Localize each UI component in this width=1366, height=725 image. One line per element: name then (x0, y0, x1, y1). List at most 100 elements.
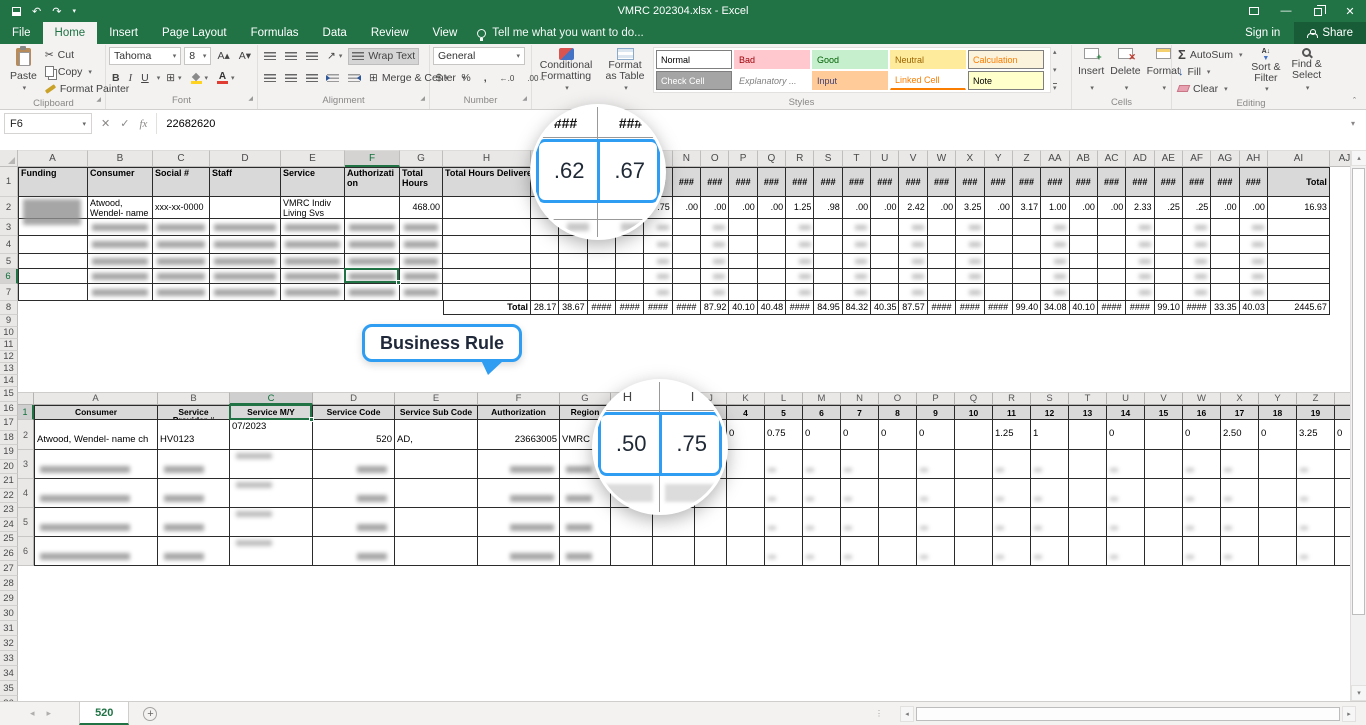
inner-select-all-corner[interactable] (18, 392, 34, 405)
column-header-P[interactable]: P (729, 150, 757, 167)
cell[interactable] (673, 269, 701, 284)
cell[interactable] (1259, 537, 1297, 566)
cell[interactable] (1155, 219, 1183, 236)
cell[interactable]: .00 (1211, 197, 1239, 219)
cell[interactable]: 07/2023 (230, 420, 313, 450)
cell[interactable]: ### (1211, 167, 1239, 197)
percent-button[interactable]: % (458, 72, 473, 84)
inner-column-header-E[interactable]: E (395, 392, 478, 405)
cell[interactable] (34, 508, 158, 537)
inner-column-header-partial[interactable] (1335, 392, 1350, 405)
cell[interactable]: ### (1013, 167, 1041, 197)
cell[interactable]: 8 (879, 405, 917, 420)
inner-column-header-T[interactable]: T (1069, 392, 1107, 405)
conditional-formatting-button[interactable]: Conditional Formatting ▾ (535, 46, 597, 96)
cell[interactable] (1098, 269, 1126, 284)
cell[interactable] (158, 450, 230, 479)
cell[interactable] (814, 219, 842, 236)
cell[interactable] (531, 284, 559, 301)
cell[interactable]: 16.93 (1268, 197, 1330, 219)
align-bottom-button[interactable] (303, 52, 321, 60)
cell[interactable] (478, 450, 560, 479)
row-header-2[interactable]: 2 (0, 197, 18, 219)
cell[interactable]: 1.00 (1041, 197, 1069, 219)
cell[interactable] (765, 508, 803, 537)
cell[interactable] (985, 269, 1013, 284)
cell[interactable] (695, 537, 727, 566)
scroll-left-icon[interactable]: ◂ (900, 706, 914, 722)
cell[interactable]: .00 (1098, 197, 1126, 219)
column-header-N[interactable]: N (673, 150, 701, 167)
cell[interactable]: ### (758, 167, 786, 197)
cell[interactable]: 14 (1107, 405, 1145, 420)
cell[interactable] (765, 450, 803, 479)
cell[interactable]: ### (1240, 167, 1268, 197)
cell[interactable] (1070, 219, 1098, 236)
cell[interactable]: 13 (1069, 405, 1107, 420)
cell[interactable] (1107, 479, 1145, 508)
cell[interactable]: AD, (395, 420, 478, 450)
cell[interactable] (1183, 508, 1221, 537)
cell[interactable] (1335, 405, 1350, 420)
ribbon-display-options-button[interactable] (1238, 0, 1270, 22)
cell[interactable] (1268, 284, 1330, 301)
cell[interactable] (1330, 236, 1350, 254)
inner-column-header-C[interactable]: C (230, 392, 313, 405)
row-header-33[interactable]: 33 (0, 651, 18, 666)
inner-column-header-B[interactable]: B (158, 392, 230, 405)
cell[interactable] (559, 284, 587, 301)
cell-style-check-cell[interactable]: Check Cell (656, 71, 732, 90)
cell[interactable] (729, 219, 757, 236)
cell[interactable] (88, 301, 153, 315)
cell[interactable] (814, 284, 842, 301)
cell[interactable] (758, 219, 786, 236)
cell[interactable] (1070, 284, 1098, 301)
cell[interactable]: 7 (841, 405, 879, 420)
cell[interactable]: 28.17 (531, 301, 559, 315)
cell[interactable]: 0 (1183, 420, 1221, 450)
column-header-U[interactable]: U (871, 150, 899, 167)
cell[interactable] (765, 537, 803, 566)
cell[interactable] (588, 254, 616, 269)
cell[interactable] (727, 508, 765, 537)
cell[interactable] (1098, 219, 1126, 236)
cell[interactable] (871, 254, 899, 269)
inner-row-header-1[interactable]: 1 (18, 405, 34, 420)
tab-formulas[interactable]: Formulas (239, 22, 311, 44)
column-header-G[interactable]: G (400, 150, 443, 167)
cell[interactable] (1145, 450, 1183, 479)
row-header-17[interactable]: 17 (0, 416, 18, 431)
inner-row-header-4[interactable]: 4 (18, 479, 34, 508)
cell[interactable]: ### (956, 167, 984, 197)
cell[interactable] (955, 450, 993, 479)
cell[interactable]: ### (1183, 167, 1211, 197)
cell[interactable] (1297, 479, 1335, 508)
column-header-O[interactable]: O (701, 150, 729, 167)
inner-column-header-A[interactable]: A (34, 392, 158, 405)
cell[interactable]: HV0123 (158, 420, 230, 450)
cell-style-linked-cell[interactable]: Linked Cell (890, 71, 966, 90)
row-header-28[interactable]: 28 (0, 576, 18, 591)
row-header-31[interactable]: 31 (0, 621, 18, 636)
cell[interactable] (281, 301, 345, 315)
cell[interactable]: Consumer (88, 167, 153, 197)
inner-column-header-W[interactable]: W (1183, 392, 1221, 405)
cell[interactable]: ### (1098, 167, 1126, 197)
sheet-tab-520[interactable]: 520 (79, 702, 129, 725)
cell[interactable] (1031, 479, 1069, 508)
wrap-text-button[interactable]: Wrap Text (348, 48, 419, 65)
row-header-30[interactable]: 30 (0, 606, 18, 621)
cell[interactable]: Total Hours (400, 167, 443, 197)
cell[interactable] (1069, 537, 1107, 566)
cell[interactable]: #### (786, 301, 814, 315)
close-button[interactable]: ✕ (1334, 0, 1366, 22)
cell[interactable] (985, 284, 1013, 301)
column-header-AD[interactable]: AD (1126, 150, 1154, 167)
cell[interactable] (879, 479, 917, 508)
horizontal-scrollbar[interactable]: ◂ ▸ (900, 706, 1356, 722)
cell[interactable]: 99.40 (1013, 301, 1041, 315)
cell[interactable]: ### (701, 167, 729, 197)
cell[interactable] (673, 219, 701, 236)
increase-indent-button[interactable] (345, 74, 363, 82)
cell[interactable] (345, 301, 400, 315)
